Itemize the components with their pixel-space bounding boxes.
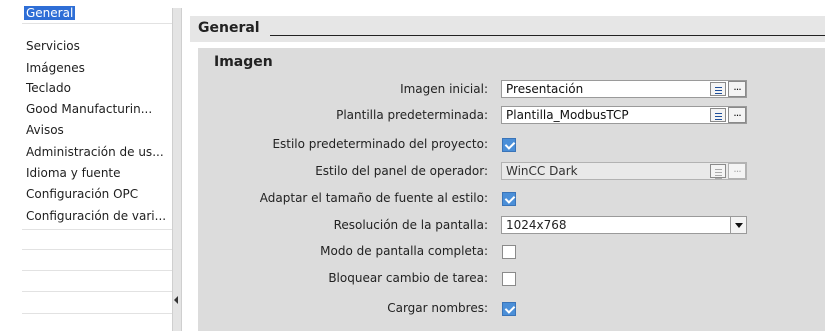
project-default-style-label: Estilo predeterminado del proyecto:: [272, 137, 488, 151]
nav-item-configuracion-opc[interactable]: Configuración OPC: [26, 185, 138, 203]
nav-divider: [22, 270, 172, 271]
adapt-font-size-checkbox[interactable]: [502, 192, 516, 206]
nav-divider: [22, 313, 172, 314]
screen-resolution-label: Resolución de la pantalla:: [333, 218, 488, 232]
nav-item-configuracion-variables[interactable]: Configuración de vari...: [26, 207, 166, 225]
panel-splitter[interactable]: [172, 8, 182, 331]
browse-button: ...: [728, 163, 746, 179]
nav-item-administracion-usuarios[interactable]: Administración de us...: [26, 143, 164, 161]
nav-item-idioma-fuente[interactable]: Idioma y fuente: [26, 164, 121, 182]
project-default-style-checkbox[interactable]: [502, 138, 516, 152]
nav-divider: [22, 229, 172, 230]
nav-divider: [22, 291, 172, 292]
load-names-checkbox[interactable]: [502, 302, 516, 316]
nav-item-good-manufacturing[interactable]: Good Manufacturin...: [26, 100, 152, 118]
nav-divider: [22, 23, 172, 24]
nav-item-teclado[interactable]: Teclado: [26, 79, 71, 97]
nav-item-avisos[interactable]: Avisos: [26, 121, 64, 139]
screen-resolution-value: 1024x768: [506, 218, 567, 232]
section-header: General: [190, 16, 825, 42]
properties-area: General Imagen Imagen inicial: Presentac…: [182, 0, 825, 331]
navigation-tree: General Servicios Imágenes Teclado Good …: [0, 0, 172, 331]
nav-item-general[interactable]: General: [24, 4, 76, 22]
list-icon: [710, 164, 726, 178]
collapse-arrow-icon[interactable]: [174, 296, 178, 304]
fullscreen-mode-label: Modo de pantalla completa:: [320, 244, 488, 258]
lock-task-switch-label: Bloquear cambio de tarea:: [328, 271, 488, 285]
load-names-label: Cargar nombres:: [387, 301, 488, 315]
section-divider: [270, 35, 825, 36]
imagen-panel: Imagen Imagen inicial: Presentación ... …: [198, 48, 825, 331]
adapt-font-size-label: Adaptar el tamaño de fuente al estilo:: [259, 191, 488, 205]
browse-button[interactable]: ...: [728, 81, 746, 97]
nav-divider: [22, 249, 172, 250]
list-icon[interactable]: [710, 82, 726, 96]
default-template-label: Plantilla predeterminada:: [336, 108, 488, 122]
panel-title: Imagen: [214, 54, 273, 70]
screen-resolution-select[interactable]: 1024x768: [501, 216, 747, 234]
list-icon[interactable]: [710, 108, 726, 122]
browse-button[interactable]: ...: [728, 107, 746, 123]
nav-item-imagenes[interactable]: Imágenes: [26, 59, 85, 77]
initial-screen-label: Imagen inicial:: [400, 82, 488, 96]
chevron-down-icon[interactable]: [730, 217, 746, 233]
lock-task-switch-checkbox[interactable]: [502, 272, 516, 286]
section-title: General: [198, 20, 260, 36]
fullscreen-mode-checkbox[interactable]: [502, 245, 516, 259]
operator-panel-style-label: Estilo del panel de operador:: [315, 164, 488, 178]
nav-item-servicios[interactable]: Servicios: [26, 37, 80, 55]
